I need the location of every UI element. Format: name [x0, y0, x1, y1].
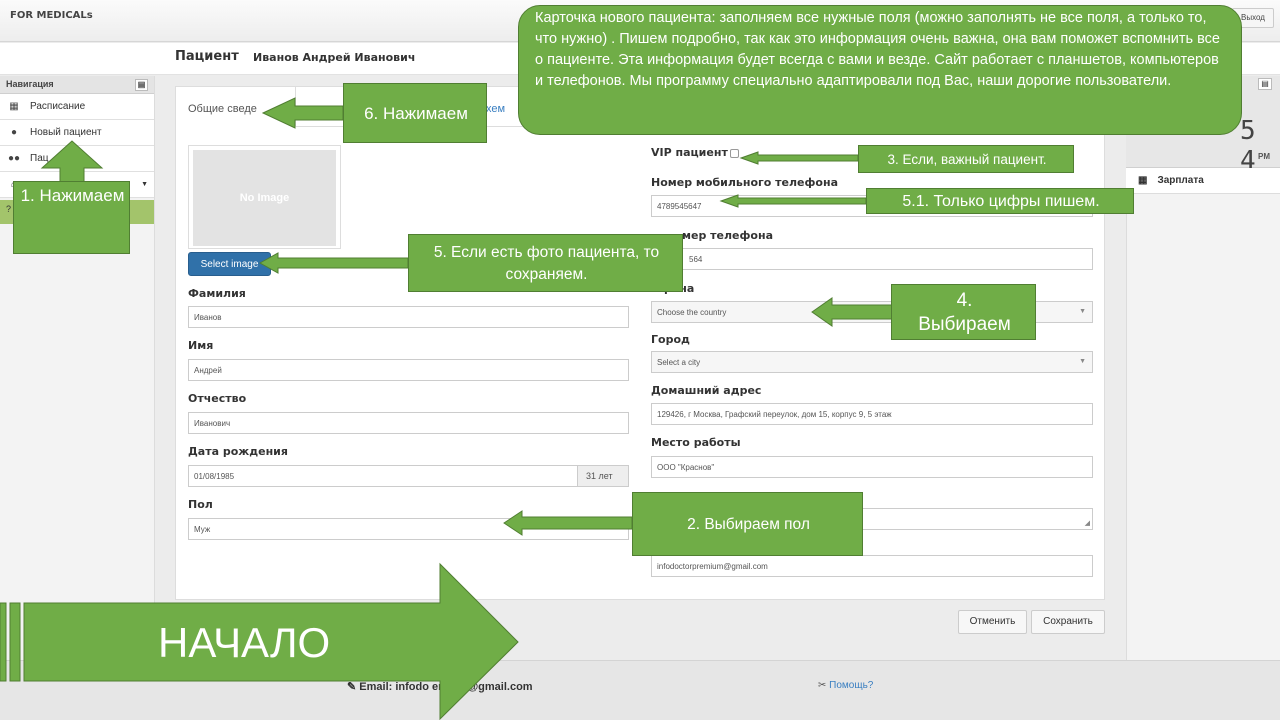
annotation-5: 5. Если есть фото пациента, то сохраняем…: [408, 234, 683, 292]
annotation-arrows: [0, 97, 893, 720]
annotation-2-text: 2. Выбираем пол: [687, 516, 810, 533]
annotation-51: 5.1. Только цифры пишем.: [866, 188, 1134, 214]
arrow-4: [811, 297, 893, 327]
annotation-6: 6. Нажимаем: [343, 83, 487, 143]
arrow-51: [719, 194, 867, 208]
start-stripe-1: [0, 602, 7, 682]
arrow-5: [258, 252, 409, 274]
annotation-3-text: 3. Если, важный пациент.: [887, 152, 1047, 167]
annotation-2: 2. Выбираем пол: [632, 492, 863, 556]
arrow-2: [503, 510, 633, 536]
annotation-1: 1. Нажимаем: [13, 181, 130, 254]
arrow-3: [739, 151, 859, 165]
start-label: НАЧАЛО: [158, 619, 331, 666]
annotation-4-text: 4. Выбираем: [918, 290, 1011, 335]
arrow-1: [40, 140, 104, 183]
annotation-4: 4. Выбираем: [891, 284, 1036, 340]
annotation-3: 3. Если, важный пациент.: [858, 145, 1074, 173]
annotation-5-text: 5. Если есть фото пациента, то сохраняем…: [433, 244, 660, 283]
annotation-6-text: 6. Нажимаем: [364, 104, 468, 123]
arrow-6: [261, 97, 344, 129]
annotation-51-text: 5.1. Только цифры пишем.: [902, 193, 1100, 210]
start-stripe-2: [9, 602, 21, 682]
annotation-1-text: 1. Нажимаем: [20, 186, 125, 205]
